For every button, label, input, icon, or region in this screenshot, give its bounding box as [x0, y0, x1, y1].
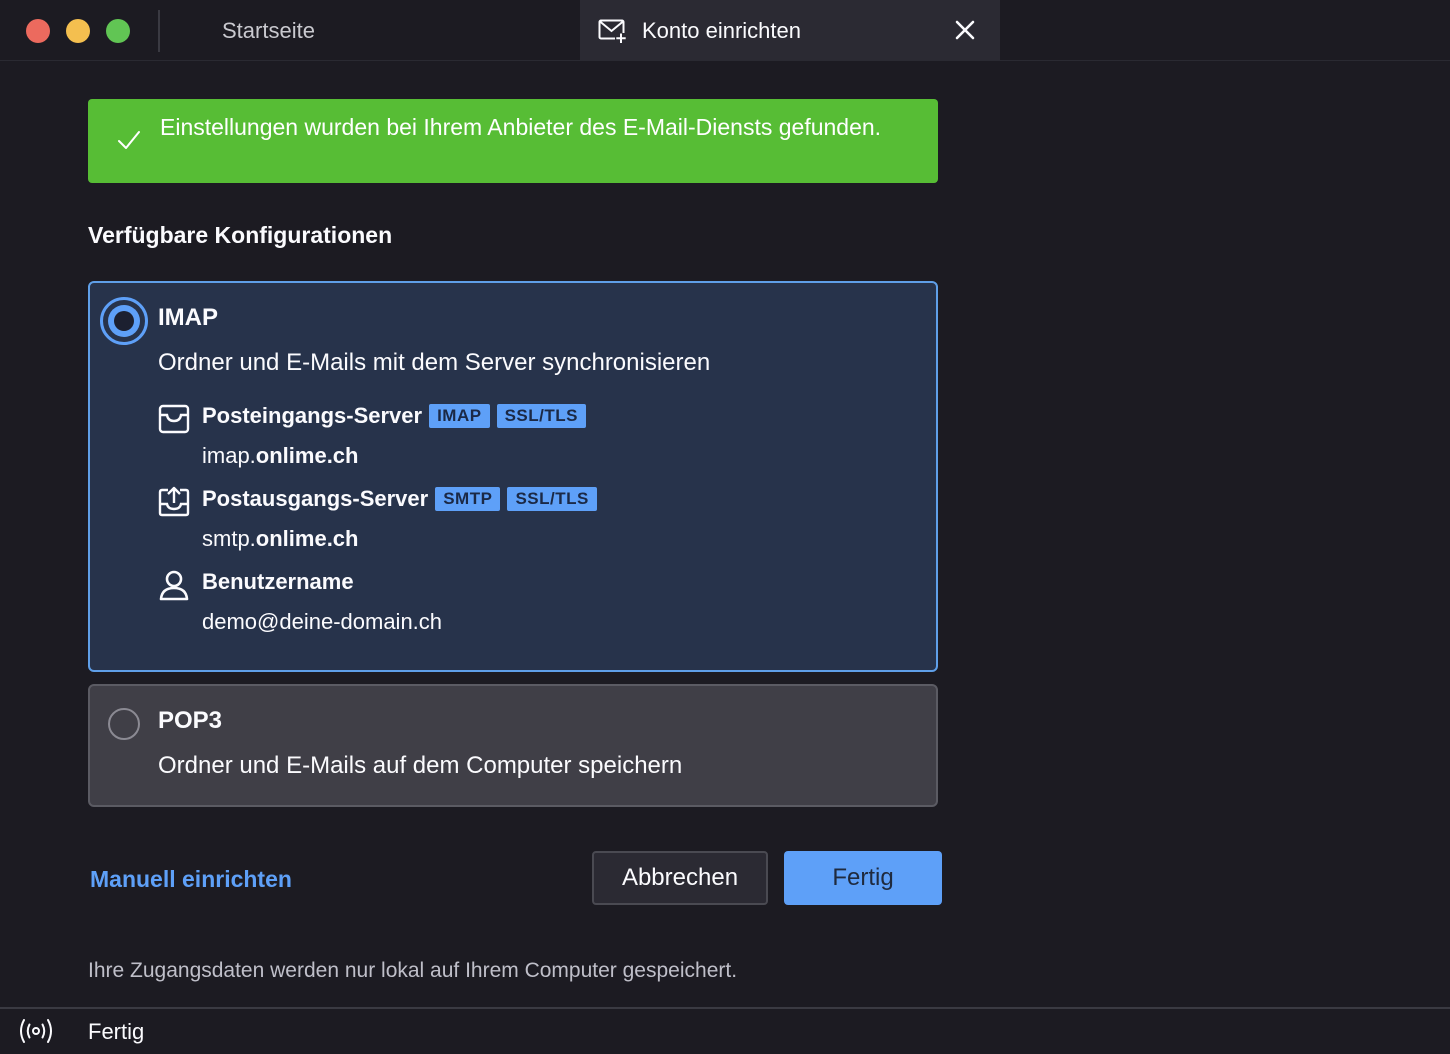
radio-imap[interactable]: [100, 297, 148, 345]
protocol-badge: SMTP: [435, 487, 501, 511]
inbox-icon: [158, 404, 190, 434]
config-title: IMAP: [158, 304, 218, 331]
username-label: Benutzername: [202, 569, 354, 594]
config-card-imap[interactable]: IMAP Ordner und E-Mails mit dem Server s…: [88, 281, 938, 672]
zoom-window-button[interactable]: [106, 19, 130, 43]
check-icon: [118, 131, 140, 149]
close-window-button[interactable]: [26, 19, 50, 43]
status-bar: Fertig: [0, 1007, 1450, 1054]
config-description: Ordner und E-Mails auf dem Computer spei…: [158, 752, 683, 779]
tab-label: Konto einrichten: [642, 18, 801, 43]
cancel-button[interactable]: Abbrechen: [592, 851, 768, 905]
banner-message: Einstellungen wurden bei Ihrem Anbieter …: [160, 114, 882, 140]
tab-konto-einrichten[interactable]: Konto einrichten: [580, 0, 1000, 60]
broadcast-icon: [20, 1019, 52, 1043]
config-card-pop3[interactable]: POP3 Ordner und E-Mails auf dem Computer…: [88, 684, 938, 807]
tab-startseite[interactable]: Startseite: [222, 18, 315, 44]
outgoing-server-host: smtp.onlime.ch: [202, 526, 359, 551]
protocol-badge: IMAP: [429, 404, 490, 428]
manual-setup-link[interactable]: Manuell einrichten: [90, 866, 292, 893]
user-icon: [159, 570, 189, 601]
radio-pop3[interactable]: [108, 708, 140, 740]
outgoing-server-row: Postausgangs-Server SMTP SSL/TLS: [202, 486, 597, 512]
minimize-window-button[interactable]: [66, 19, 90, 43]
titlebar-divider: [158, 10, 160, 52]
status-text: Fertig: [88, 1019, 145, 1044]
incoming-server-label: Posteingangs-Server: [202, 403, 423, 428]
close-tab-icon[interactable]: [954, 19, 976, 41]
incoming-server-row: Posteingangs-Server IMAP SSL/TLS: [202, 403, 586, 429]
section-title: Verfügbare Konfigurationen: [88, 222, 393, 248]
privacy-note: Ihre Zugangsdaten werden nur lokal auf I…: [88, 959, 738, 982]
security-badge: SSL/TLS: [507, 487, 597, 511]
incoming-server-host: imap.onlime.ch: [202, 443, 359, 468]
success-banner: Einstellungen wurden bei Ihrem Anbieter …: [88, 99, 938, 183]
outgoing-server-label: Postausgangs-Server: [202, 486, 429, 511]
security-badge: SSL/TLS: [496, 404, 586, 428]
mail-add-icon: [598, 19, 627, 43]
done-button[interactable]: Fertig: [784, 851, 942, 905]
config-title: POP3: [158, 707, 223, 734]
title-bar: Startseite Konto einrichten: [0, 0, 1450, 61]
config-description: Ordner und E-Mails mit dem Server synchr…: [158, 349, 711, 376]
username-value: demo@deine-domain.ch: [202, 609, 443, 634]
outbox-icon: [158, 486, 190, 517]
